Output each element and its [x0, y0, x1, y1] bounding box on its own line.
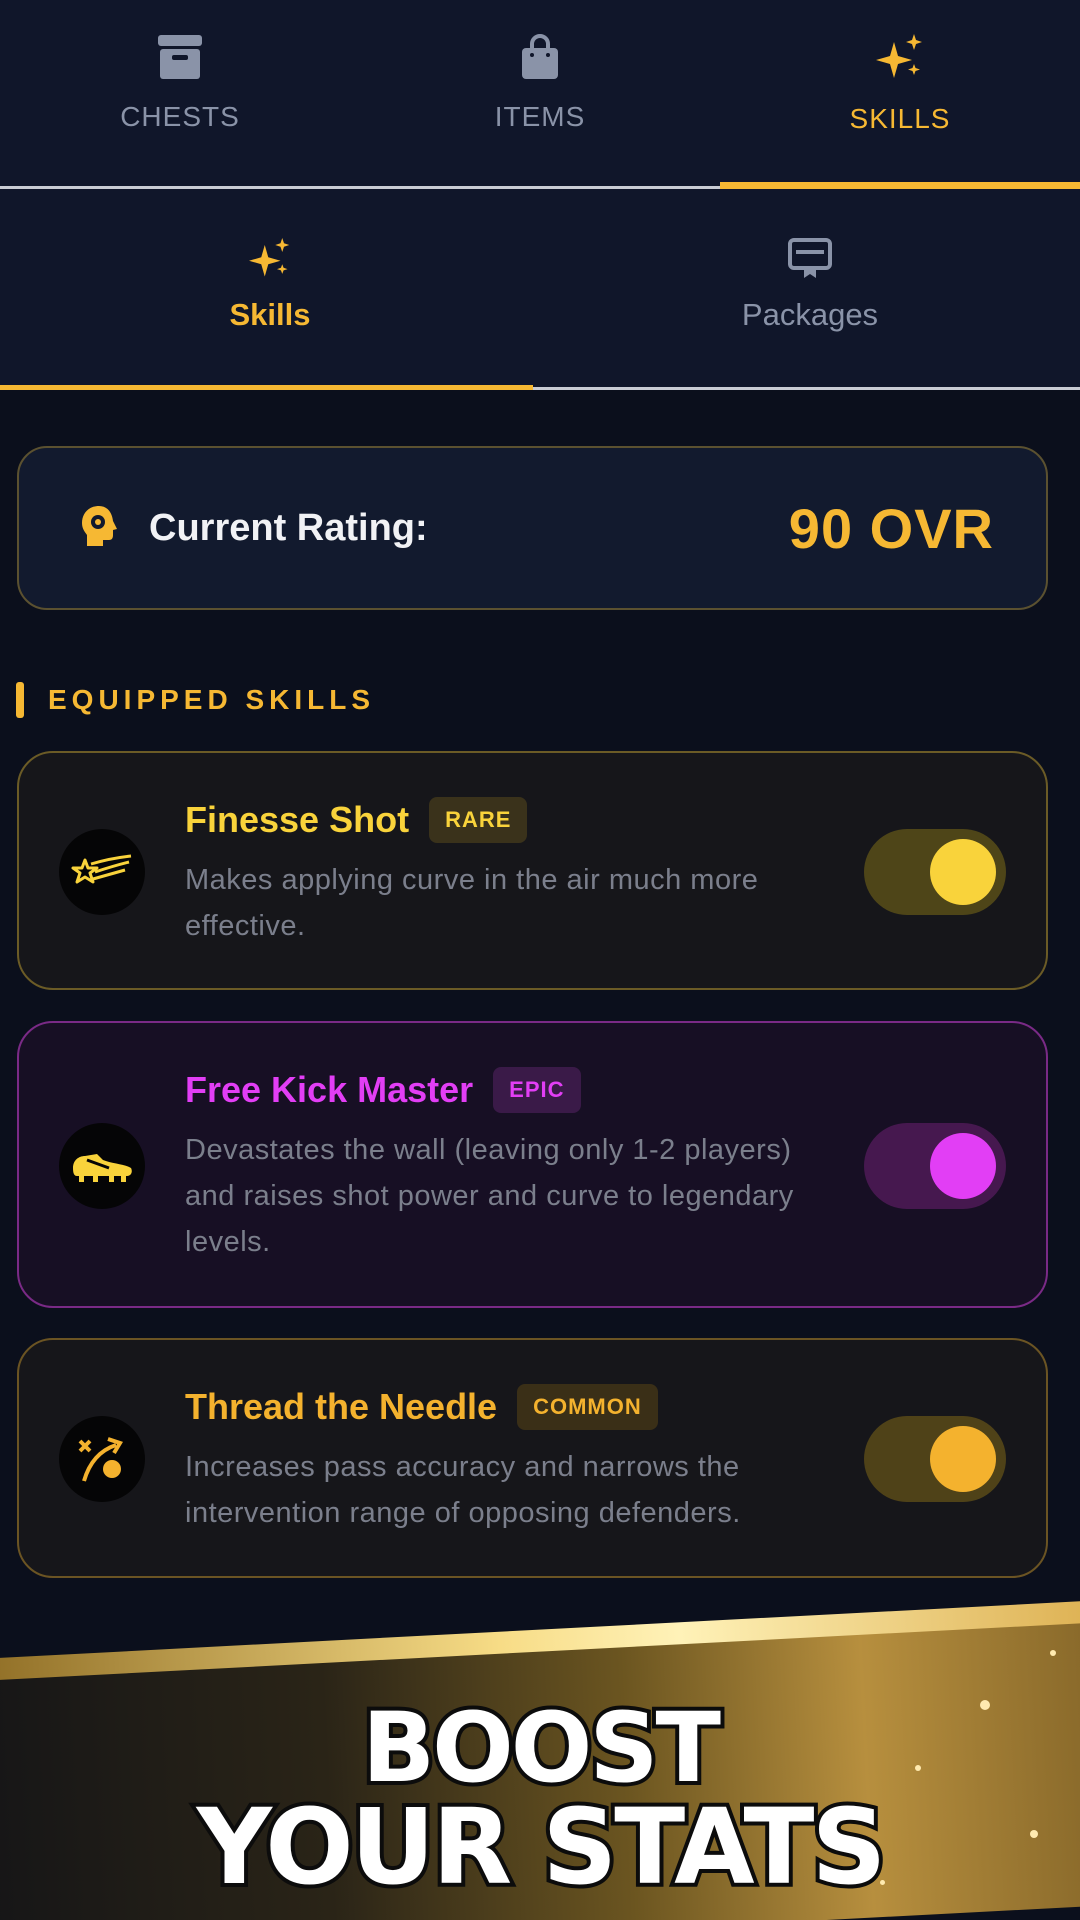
promo-banner: BOOST YOUR STATS	[0, 1580, 1080, 1920]
subtab-skills[interactable]: Skills	[0, 190, 540, 390]
rarity-badge: RARE	[429, 797, 528, 843]
skill-title-row: Finesse Shot RARE	[185, 797, 846, 843]
subtab-packages-label: Packages	[741, 297, 879, 332]
sparkles-icon	[876, 34, 924, 87]
skill-title-row: Free Kick Master EPIC	[185, 1067, 846, 1113]
skill-toggle[interactable]	[864, 1123, 1006, 1209]
section-title: EQUIPPED SKILLS	[48, 684, 376, 715]
football-boot-icon	[59, 1123, 145, 1209]
pass-play-icon	[59, 1416, 145, 1502]
skill-card-finesse-shot[interactable]: Finesse Shot RARE Makes applying curve i…	[17, 751, 1048, 990]
skill-title-row: Thread the Needle COMMON	[185, 1384, 846, 1430]
tab-items-label: ITEMS	[494, 101, 586, 132]
card-icon	[788, 238, 832, 285]
skill-toggle[interactable]	[864, 1416, 1006, 1502]
current-rating-card: Current Rating: 90 OVR	[17, 446, 1048, 610]
tab-active-indicator	[720, 182, 1080, 189]
shooting-star-icon	[59, 829, 145, 915]
shopping-bag-icon	[520, 34, 560, 85]
rarity-badge: COMMON	[517, 1384, 658, 1430]
subtab-active-indicator	[0, 385, 533, 390]
skill-toggle[interactable]	[864, 829, 1006, 915]
sparkles-icon	[249, 238, 291, 285]
tab-chests-label: CHESTS	[120, 101, 240, 132]
rarity-badge: EPIC	[493, 1067, 581, 1113]
sparkle	[1050, 1650, 1056, 1656]
archive-box-icon	[157, 34, 203, 85]
tab-items[interactable]: ITEMS	[360, 0, 720, 190]
subtab-divider	[533, 387, 1080, 390]
head-gear-icon	[79, 504, 121, 553]
skill-description: Makes applying curve in the air much mor…	[185, 864, 759, 942]
subtab-skills-label: Skills	[229, 297, 311, 332]
skill-card-free-kick-master[interactable]: Free Kick Master EPIC Devastates the wal…	[17, 1021, 1048, 1308]
toggle-knob	[930, 1426, 996, 1492]
tab-skills-label: SKILLS	[849, 103, 951, 134]
skill-description: Devastates the wall (leaving only 1-2 pl…	[185, 1134, 794, 1258]
section-accent-bar	[16, 682, 24, 718]
promo-headline-line2: YOUR STATS	[193, 1782, 891, 1912]
skill-name: Finesse Shot	[185, 799, 410, 840]
skill-name: Free Kick Master	[185, 1069, 474, 1110]
toggle-knob	[930, 839, 996, 905]
skill-info: Thread the Needle COMMON Increases pass …	[185, 1384, 846, 1536]
sub-tab-bar: Skills Packages	[0, 190, 1080, 390]
tab-skills[interactable]: SKILLS	[720, 0, 1080, 190]
equipped-skills-header: EQUIPPED SKILLS	[16, 681, 375, 719]
subtab-packages[interactable]: Packages	[540, 190, 1080, 390]
tab-divider	[0, 186, 720, 189]
skill-card-thread-the-needle[interactable]: Thread the Needle COMMON Increases pass …	[17, 1338, 1048, 1578]
tab-chests[interactable]: CHESTS	[0, 0, 360, 190]
rating-value: 90 OVR	[788, 496, 994, 560]
main-tab-bar: CHESTS ITEMS SKILLS	[0, 0, 1080, 190]
skill-info: Finesse Shot RARE Makes applying curve i…	[185, 797, 846, 949]
skill-description: Increases pass accuracy and narrows the …	[185, 1451, 741, 1529]
toggle-knob	[930, 1133, 996, 1199]
skill-name: Thread the Needle	[185, 1386, 498, 1427]
rating-label: Current Rating:	[149, 506, 428, 549]
skill-info: Free Kick Master EPIC Devastates the wal…	[185, 1067, 846, 1265]
